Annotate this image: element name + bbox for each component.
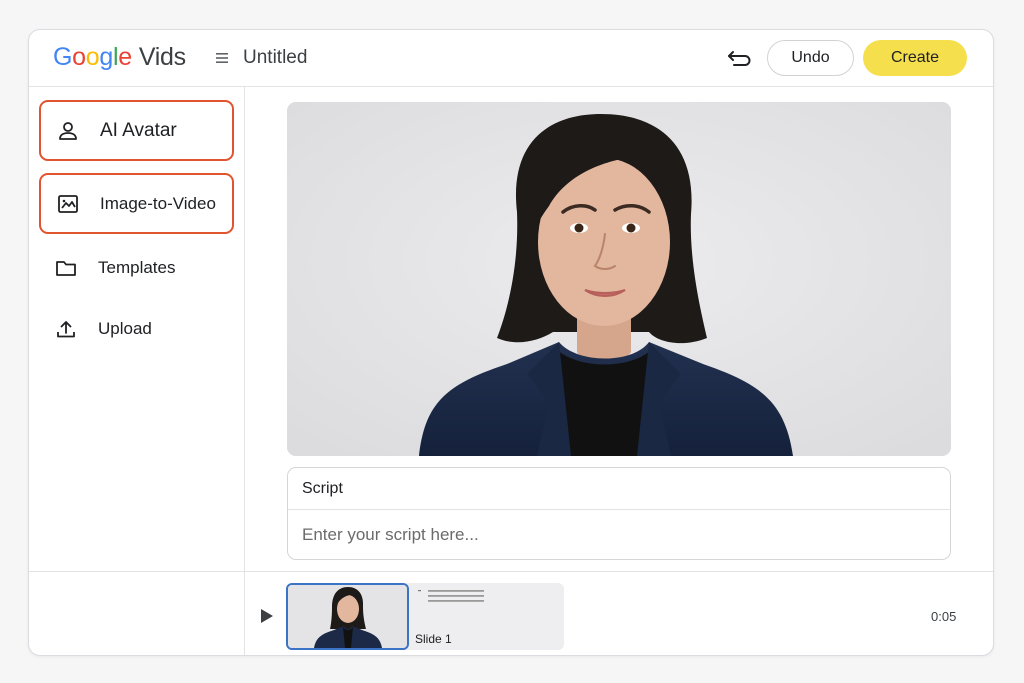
app-window: Google Vids Untitled Undo Create AI Avat… <box>28 29 994 656</box>
folder-icon <box>56 260 76 276</box>
sidebar-item-upload[interactable]: Upload <box>39 298 234 359</box>
google-vids-logo[interactable]: Google Vids <box>53 43 186 72</box>
sidebar-item-label: AI Avatar <box>100 119 177 141</box>
timeline-duration: 0:05 <box>931 609 957 624</box>
sidebar-item-image-to-video[interactable]: Image-to-Video <box>39 173 234 234</box>
upload-icon <box>57 320 75 337</box>
avatar-preview-image <box>287 102 951 456</box>
product-name: Vids <box>138 43 186 71</box>
sidebar-item-templates[interactable]: Templates <box>39 237 234 298</box>
undo-button[interactable]: Undo <box>767 40 854 76</box>
sidebar-item-label: Templates <box>98 257 176 277</box>
script-input[interactable] <box>288 510 950 559</box>
script-panel: Script <box>287 467 951 560</box>
document-title[interactable]: Untitled <box>243 47 307 69</box>
play-icon[interactable] <box>260 608 274 624</box>
timeline-divider <box>244 572 245 655</box>
slide-label: Slide 1 <box>415 632 452 646</box>
sidebar-item-label: Image-to-Video <box>100 193 216 213</box>
image-icon <box>58 194 78 213</box>
hamburger-menu-icon[interactable] <box>215 51 229 65</box>
slide-thumbnail[interactable] <box>286 583 409 650</box>
person-icon <box>59 121 77 140</box>
avatar-thumbnail-image <box>288 585 407 648</box>
script-label: Script <box>288 468 950 510</box>
video-preview[interactable] <box>287 102 951 456</box>
sidebar-item-label: Upload <box>98 318 152 338</box>
sidebar: AI Avatar Image-to-Video Templates Uploa… <box>29 87 245 571</box>
slide-clip[interactable]: Slide 1 <box>286 583 564 650</box>
slide-text-lines-icon <box>418 590 484 602</box>
create-button[interactable]: Create <box>863 40 967 76</box>
timeline: Slide 1 0:05 <box>29 571 993 655</box>
top-bar: Google Vids Untitled Undo Create <box>29 30 993 87</box>
undo-icon[interactable] <box>726 48 752 68</box>
sidebar-item-ai-avatar[interactable]: AI Avatar <box>39 100 234 161</box>
